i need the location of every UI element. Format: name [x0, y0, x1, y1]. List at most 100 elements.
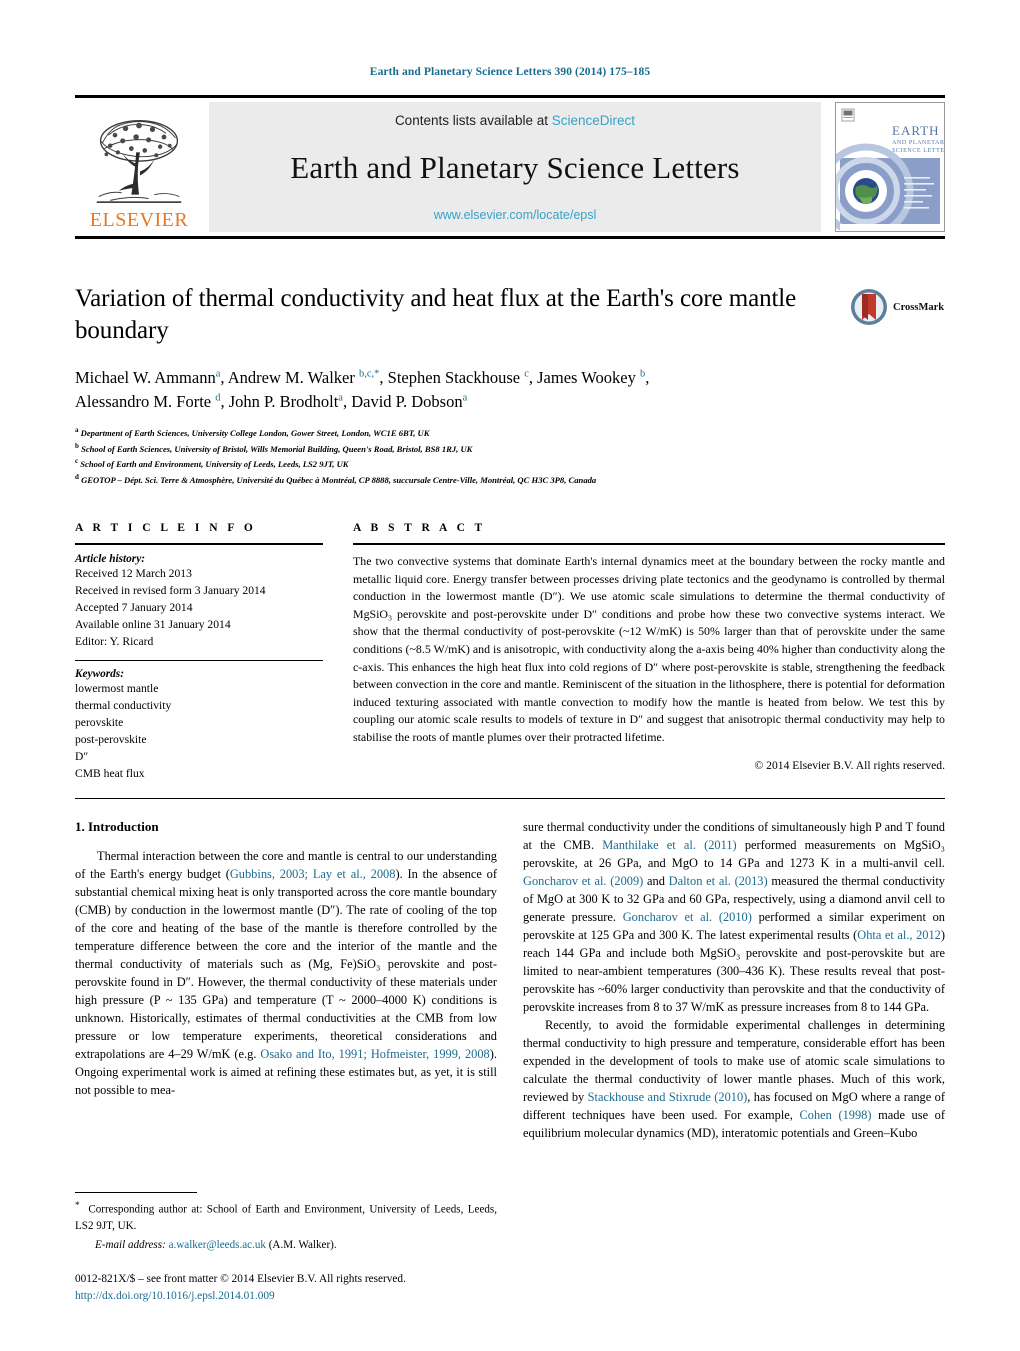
- keyword-item: CMB heat flux: [75, 767, 145, 781]
- body-right-column: sure thermal conductivity under the cond…: [523, 819, 945, 1143]
- keyword-item: post-perovskite: [75, 733, 147, 747]
- footnote-block: * Corresponding author at: School of Ear…: [75, 1192, 497, 1304]
- sciencedirect-link[interactable]: ScienceDirect: [552, 113, 635, 128]
- body-left-column: 1. Introduction Thermal interaction betw…: [75, 819, 497, 1302]
- paragraph: sure thermal conductivity under the cond…: [523, 819, 945, 1017]
- keyword-item: lowermost mantle: [75, 682, 159, 696]
- email-note: E-mail address: a.walker@leeds.ac.uk (A.…: [75, 1238, 497, 1254]
- affiliation-mark: d: [75, 473, 79, 482]
- issn-line: 0012-821X/$ – see front matter © 2014 El…: [75, 1273, 406, 1286]
- crossmark-badge[interactable]: CrossMark: [849, 285, 945, 329]
- abstract-heading: A B S T R A C T: [353, 521, 486, 534]
- affiliation-list: a Department of Earth Sciences, Universi…: [75, 425, 945, 488]
- history-item: Received 12 March 2013: [75, 566, 192, 580]
- journal-title: Earth and Planetary Science Letters: [290, 150, 740, 185]
- abstract-text: The two convective systems that dominate…: [353, 553, 945, 745]
- journal-url-link[interactable]: www.elsevier.com/locate/epsl: [434, 208, 597, 222]
- keywords-label: Keywords:: [75, 668, 124, 681]
- journal-cover-thumbnail: EARTH AND PLANETARY SCIENCE LETTERS: [835, 102, 945, 232]
- running-head: Earth and Planetary Science Letters 390 …: [369, 66, 651, 78]
- affiliation-text: School of Earth Sciences, University of …: [81, 443, 473, 454]
- author: Alessandro M. Forte d,: [75, 391, 229, 411]
- masthead-center: Contents lists available at ScienceDirec…: [209, 102, 821, 232]
- article-info-column: A R T I C L E I N F O Article history: R…: [75, 522, 323, 782]
- email-label: E-mail address:: [95, 1238, 166, 1251]
- article-page: Earth and Planetary Science Letters 390 …: [0, 0, 1020, 1351]
- email-attribution: (A.M. Walker).: [268, 1238, 337, 1251]
- corresponding-author-note: * Corresponding author at: School of Ear…: [75, 1200, 497, 1234]
- affiliation-mark: b: [75, 441, 79, 450]
- divider: [75, 798, 945, 800]
- title-block: Variation of thermal conductivity and he…: [75, 283, 945, 346]
- author-line-2: Alessandro M. Forte d, John P. Brodholta…: [75, 390, 955, 414]
- citation-link[interactable]: Cohen (1998): [800, 1108, 872, 1122]
- author: David P. Dobsona: [351, 391, 468, 411]
- journal-masthead: ELSEVIER Contents lists available at Sci…: [75, 95, 945, 239]
- cover-artwork: EARTH AND PLANETARY SCIENCE LETTERS: [836, 103, 944, 231]
- paragraph-text: and: [643, 874, 669, 889]
- keyword-item: perovskite: [75, 716, 124, 730]
- affiliation-item: a Department of Earth Sciences, Universi…: [75, 425, 945, 441]
- affiliation-mark: c: [75, 457, 79, 466]
- citation-link[interactable]: Osako and Ito, 1991; Hofmeister, 1999, 2…: [260, 1047, 489, 1061]
- divider: [75, 542, 323, 545]
- history-item: Received in revised form 3 January 2014: [75, 584, 266, 597]
- history-item: Editor: Y. Ricard: [75, 635, 154, 649]
- issn-block: 0012-821X/$ – see front matter © 2014 El…: [75, 1271, 497, 1304]
- article-history-label: Article history:: [75, 552, 145, 565]
- footnote-divider: [75, 1192, 197, 1194]
- citation-link[interactable]: Stackhouse and Stixrude (2010): [588, 1090, 748, 1104]
- paragraph-text: ). In the absence of substantial chemica…: [75, 867, 497, 1062]
- email-link[interactable]: a.walker@leeds.ac.uk: [169, 1239, 266, 1251]
- author: Stephen Stackhouse c,: [387, 368, 538, 387]
- elsevier-logo: ELSEVIER: [75, 102, 203, 232]
- author: Michael W. Ammanna,: [75, 368, 228, 387]
- contents-available-line: Contents lists available at ScienceDirec…: [395, 113, 635, 128]
- corresponding-mark: *: [75, 1201, 80, 1212]
- paragraph: Recently, to avoid the formidable experi…: [523, 1017, 945, 1143]
- citation-link[interactable]: Ohta et al., 2012: [857, 928, 941, 942]
- affiliation-text: School of Earth and Environment, Univers…: [80, 459, 349, 470]
- citation-link[interactable]: Goncharov et al. (2009): [523, 874, 643, 888]
- svg-text:EARTH: EARTH: [892, 123, 940, 138]
- author-line-1: Michael W. Ammanna, Andrew M. Walker b,c…: [75, 366, 955, 390]
- abstract-column: A B S T R A C T The two convective syste…: [353, 522, 945, 782]
- affiliation-item: d GEOTOP – Dépt. Sci. Terre & Atmosphère…: [75, 472, 945, 488]
- page-title: Variation of thermal conductivity and he…: [75, 285, 797, 344]
- crossmark-label: CrossMark: [893, 301, 945, 313]
- copyright-line: © 2014 Elsevier B.V. All rights reserved…: [754, 758, 945, 772]
- crossmark-icon: [851, 289, 887, 325]
- affiliation-item: b School of Earth Sciences, University o…: [75, 441, 945, 457]
- author-affil-mark: a: [462, 392, 468, 404]
- affiliation-text: Department of Earth Sciences, University…: [80, 427, 430, 438]
- contents-prefix: Contents lists available at: [394, 113, 552, 128]
- elsevier-wordmark: ELSEVIER: [89, 209, 189, 231]
- keyword-item: thermal conductivity: [75, 699, 172, 713]
- citation-link[interactable]: Gubbins, 2003; Lay et al., 2008: [230, 867, 396, 881]
- citation-link[interactable]: Manthilake et al. (2011): [602, 838, 736, 852]
- svg-text:SCIENCE LETTERS: SCIENCE LETTERS: [892, 148, 944, 154]
- divider: [353, 542, 945, 545]
- author: James Wookey b,: [537, 368, 650, 387]
- corresponding-text: Corresponding author at: School of Earth…: [75, 1204, 498, 1232]
- citation-link[interactable]: Dalton et al. (2013): [669, 874, 768, 888]
- history-item: Accepted 7 January 2014: [75, 601, 193, 615]
- keyword-item: D″: [75, 750, 89, 764]
- info-abstract-section: A R T I C L E I N F O Article history: R…: [75, 522, 945, 782]
- author-list: Michael W. Ammanna, Andrew M. Walker b,c…: [75, 366, 955, 414]
- paragraph: Thermal interaction between the core and…: [75, 848, 497, 1100]
- section-heading-introduction: 1. Introduction: [75, 819, 159, 835]
- body-columns: 1. Introduction Thermal interaction betw…: [75, 819, 945, 1302]
- article-info-heading: A R T I C L E I N F O: [75, 521, 257, 534]
- author: Andrew M. Walker b,c,*,: [227, 368, 388, 387]
- history-item: Available online 31 January 2014: [75, 618, 231, 632]
- svg-text:AND PLANETARY: AND PLANETARY: [892, 140, 944, 146]
- citation-link[interactable]: Goncharov et al. (2010): [623, 910, 752, 924]
- affiliation-text: GEOTOP – Dépt. Sci. Terre & Atmosphère, …: [81, 475, 597, 486]
- divider: [75, 660, 323, 662]
- author: John P. Brodholta,: [228, 391, 352, 411]
- doi-link[interactable]: http://dx.doi.org/10.1016/j.epsl.2014.01…: [75, 1288, 497, 1304]
- elsevier-tree-icon: [96, 120, 182, 203]
- affiliation-mark: a: [75, 425, 79, 434]
- affiliation-item: c School of Earth and Environment, Unive…: [75, 456, 945, 472]
